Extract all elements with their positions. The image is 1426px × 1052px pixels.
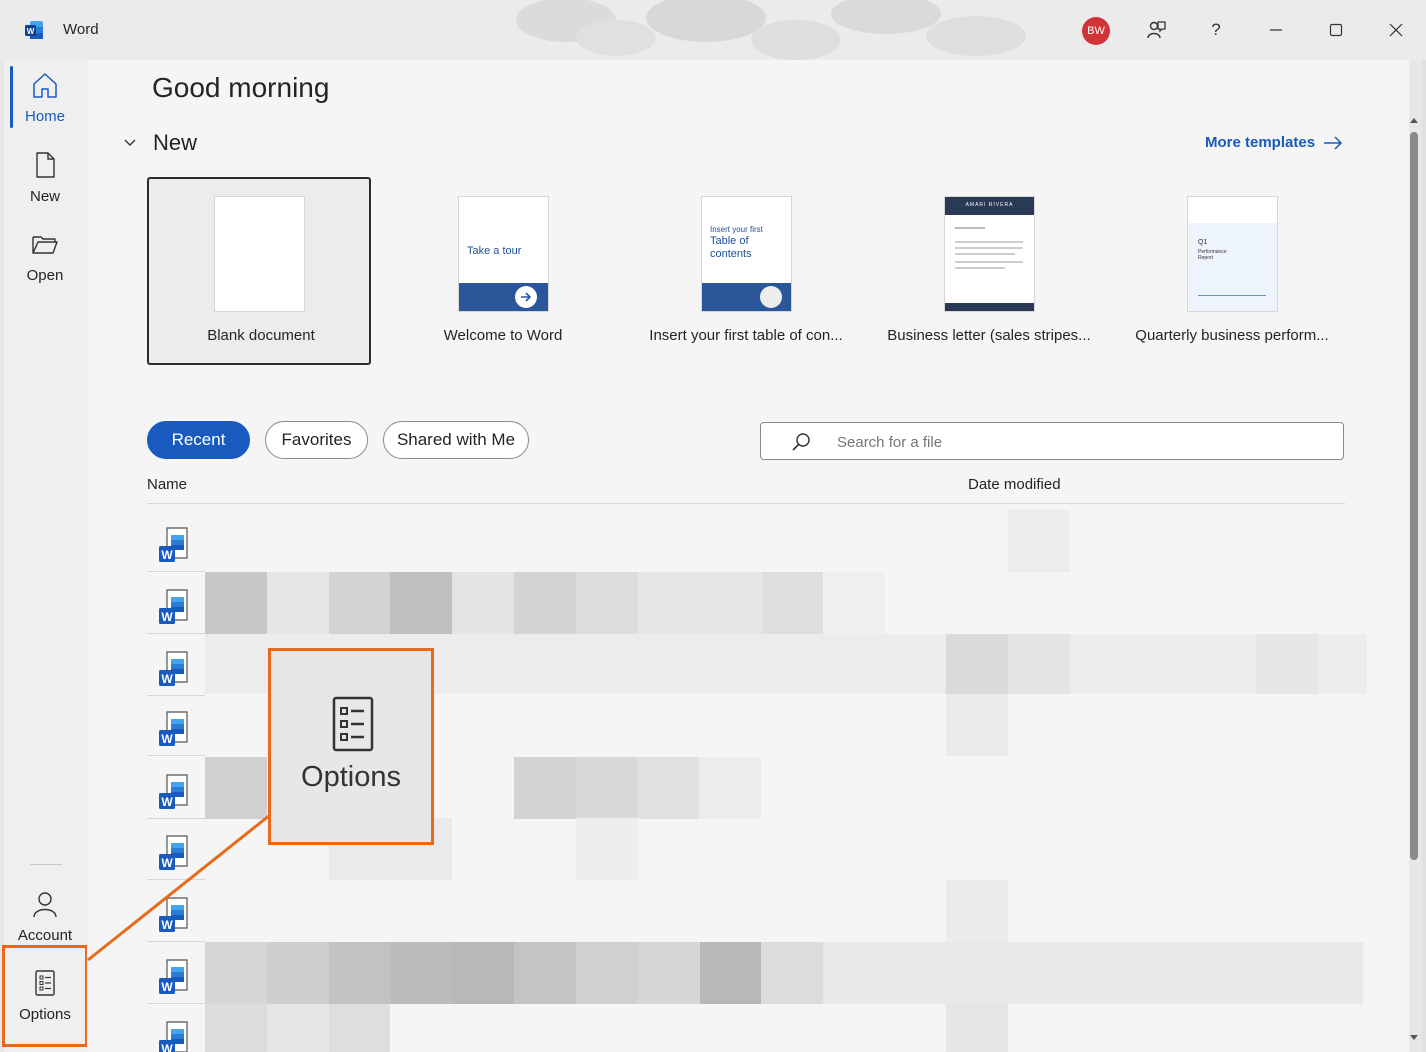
scroll-up-icon[interactable]: [1409, 116, 1419, 124]
callout-connector: [87, 813, 271, 962]
options-callout: Options: [268, 648, 434, 845]
options-icon: [332, 696, 374, 752]
window-edge: [1422, 60, 1426, 1052]
callout-label: Options: [301, 761, 401, 793]
scroll-down-icon[interactable]: [1409, 1034, 1419, 1042]
vertical-scrollbar[interactable]: [1406, 112, 1422, 1052]
scrollbar-thumb[interactable]: [1410, 132, 1418, 860]
